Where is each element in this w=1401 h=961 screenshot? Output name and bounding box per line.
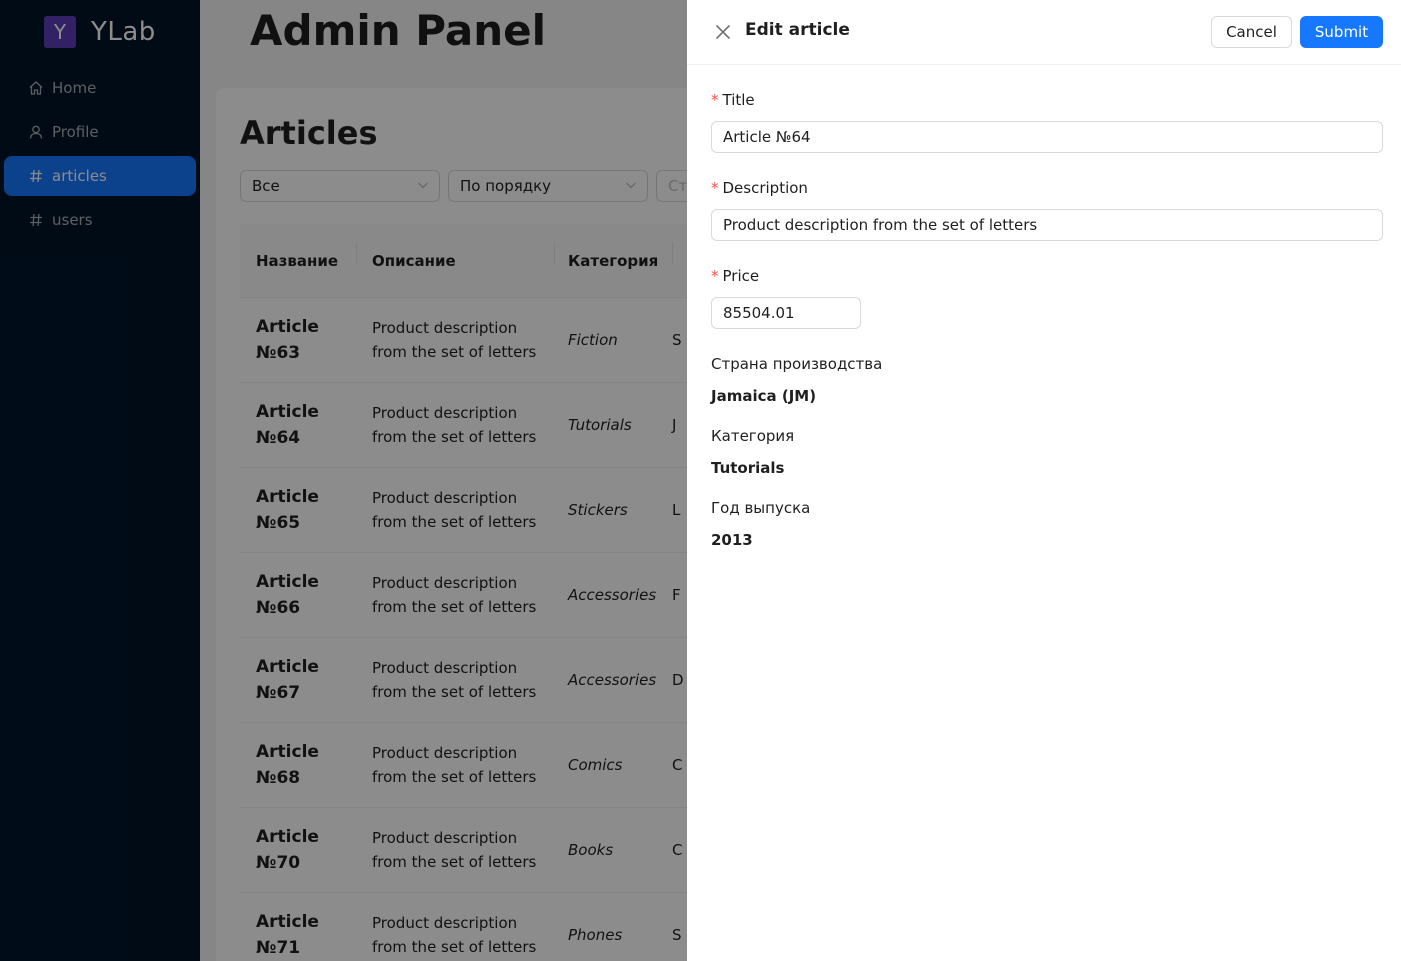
price-field-label: * Price <box>711 267 759 285</box>
cancel-button[interactable]: Cancel <box>1211 16 1292 48</box>
required-mark: * <box>711 179 719 197</box>
drawer-title: Edit article <box>745 20 850 40</box>
price-input[interactable] <box>711 297 861 329</box>
country-value: Jamaica (JM) <box>711 387 817 405</box>
description-input[interactable] <box>711 209 1383 241</box>
category-label: Категория <box>711 427 795 445</box>
submit-button[interactable]: Submit <box>1300 16 1383 48</box>
year-value: 2013 <box>711 531 753 549</box>
description-field-label: * Description <box>711 179 808 197</box>
label-text: Price <box>722 267 760 285</box>
required-mark: * <box>711 91 719 109</box>
label-text: Description <box>722 179 808 197</box>
drawer-header: Edit article Cancel Submit <box>687 0 1401 65</box>
year-label: Год выпуска <box>711 499 811 517</box>
required-mark: * <box>711 267 719 285</box>
close-icon[interactable] <box>713 22 733 42</box>
edit-article-drawer: Edit article Cancel Submit *Title *Descr… <box>687 0 1401 961</box>
title-input[interactable] <box>711 121 1383 153</box>
title-field-label: * Title <box>711 91 755 109</box>
label-text: Title <box>722 91 755 109</box>
country-label: Страна производства <box>711 355 883 373</box>
category-value: Tutorials <box>711 459 785 477</box>
